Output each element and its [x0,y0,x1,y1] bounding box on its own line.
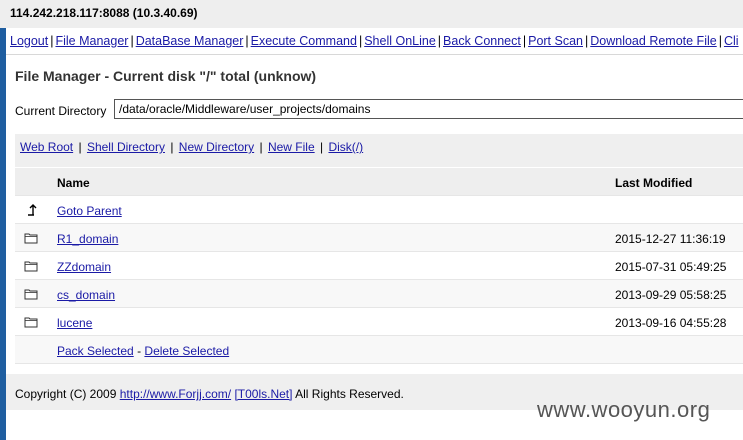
column-header-modified: Last Modified [615,176,693,190]
disk-root-link[interactable]: Disk(/) [328,140,363,154]
nav-execute-command[interactable]: Execute Command [251,34,357,48]
current-directory-field[interactable]: /data/oracle/Middleware/user_projects/do… [114,99,743,119]
actions-separator: - [137,344,142,358]
nav-file-manager[interactable]: File Manager [55,34,128,48]
folder-link[interactable]: ZZdomain [57,260,111,274]
folder-icon[interactable] [24,316,38,328]
copyright-text: Copyright (C) 2009 [15,387,117,401]
current-directory-label: Current Directory [15,104,107,118]
up-arrow-icon[interactable] [24,204,38,216]
table-row: lucene 2013-09-16 04:55:28 [15,308,743,336]
web-root-link[interactable]: Web Root [20,140,73,154]
modified-date: 2013-09-29 05:58:25 [615,288,727,302]
t00ls-link[interactable]: [T00ls.Net] [234,387,292,401]
pack-selected-link[interactable]: Pack Selected [57,344,134,358]
modified-date: 2015-07-31 05:49:25 [615,260,727,274]
table-row-parent: Goto Parent [15,196,743,224]
modified-date: 2015-12-27 11:36:19 [615,232,726,246]
modified-date: 2013-09-16 04:55:28 [615,316,727,330]
nav-port-scan[interactable]: Port Scan [528,34,583,48]
table-row: R1_domain 2015-12-27 11:36:19 [15,224,743,252]
title-text: 114.242.218.117:8088 (10.3.40.69) [10,6,198,20]
nav-cli-truncated[interactable]: Cli [724,34,739,48]
column-header-name: Name [57,176,90,190]
new-file-link[interactable]: New File [268,140,315,154]
new-directory-link[interactable]: New Directory [179,140,254,154]
nav-database-manager[interactable]: DataBase Manager [136,34,244,48]
nav-shell-online[interactable]: Shell OnLine [364,34,436,48]
top-nav: Logout | File Manager | DataBase Manager | Exe… [6,28,743,55]
folder-link[interactable]: lucene [57,316,92,330]
nav-download-remote-file[interactable]: Download Remote File [590,34,716,48]
delete-selected-link[interactable]: Delete Selected [144,344,229,358]
nav-logout[interactable]: Logout [10,34,48,48]
file-table: Name Last Modified Goto Parent R1_domain… [15,168,743,364]
table-actions-row: Pack Selected - Delete Selected [15,336,743,364]
folder-icon[interactable] [24,260,38,272]
page-title: File Manager - Current disk "/" total (u… [15,68,317,84]
table-row: ZZdomain 2015-07-31 05:49:25 [15,252,743,280]
shell-directory-link[interactable]: Shell Directory [87,140,165,154]
folder-link[interactable]: R1_domain [57,232,118,246]
watermark: www.wooyun.org [537,397,711,422]
table-row: cs_domain 2013-09-29 05:58:25 [15,280,743,308]
nav-back-connect[interactable]: Back Connect [443,34,521,48]
table-header-row: Name Last Modified [15,168,743,196]
title-bar: 114.242.218.117:8088 (10.3.40.69) [0,0,743,29]
folder-link[interactable]: cs_domain [57,288,115,302]
folder-icon[interactable] [24,232,38,244]
goto-parent-link[interactable]: Goto Parent [57,204,122,218]
folder-icon[interactable] [24,288,38,300]
dir-toolbar: Web Root | Shell Directory | New Directo… [15,134,743,167]
rights-text: All Rights Reserved. [295,387,404,401]
forjj-link[interactable]: http://www.Forjj.com/ [120,387,231,401]
